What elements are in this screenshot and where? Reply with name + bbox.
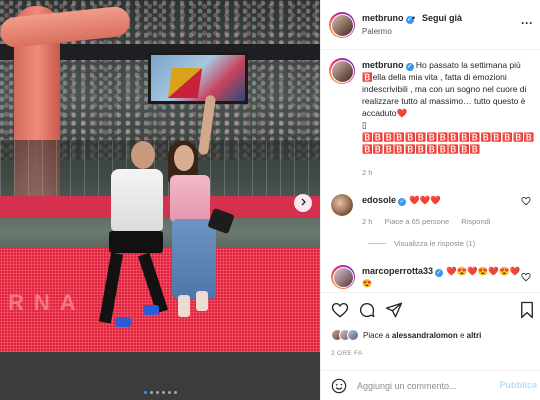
person-woman <box>166 94 236 325</box>
add-comment-bar: Pubblica <box>321 370 540 400</box>
heart-emoji: ❤️ <box>396 108 408 118</box>
publish-button[interactable]: Pubblica <box>499 380 537 390</box>
caption-emoji-boxes: 🅱️🅱️🅱️🅱️🅱️🅱️🅱️🅱️🅱️🅱️🅱️🅱️🅱️🅱️🅱️🅱️🅱️🅱️🅱️🅱️… <box>362 132 535 154</box>
author-username-text[interactable]: metbruno <box>362 13 404 23</box>
verified-icon: ✓ <box>435 269 444 277</box>
verified-icon: ✓ <box>405 63 414 71</box>
view-replies-button[interactable]: Visualizza le risposte (1) <box>368 239 475 248</box>
comment-input[interactable] <box>357 378 487 394</box>
comment: marcoperrotta33 ✓ ❤️😍❤️😍❤️😍❤️ 😍 <box>321 262 540 292</box>
comment: edosole ✓ ❤️❤️❤️ 2 h Piace a 65 persone Ri… <box>321 186 540 270</box>
emoji-icon[interactable] <box>331 378 347 394</box>
heart-icon[interactable] <box>331 301 349 319</box>
caption-username[interactable]: metbruno ✓ <box>362 60 414 71</box>
instagram-post-modal: RNA metbruno ✓ • Segui già Palermo ··· m… <box>0 0 540 400</box>
caption-text: metbruno ✓ Ho passato la settimana più 🅱️… <box>362 59 534 155</box>
comment-text: edosole ✓ ❤️❤️❤️ <box>362 195 441 206</box>
replies-line <box>368 243 386 244</box>
more-options-icon[interactable]: ··· <box>521 16 533 30</box>
following-button[interactable]: Segui già <box>422 13 462 23</box>
carousel-dot <box>155 391 159 394</box>
team-flag <box>167 68 203 98</box>
likes-prefix: Piace a <box>363 330 392 340</box>
post-location[interactable]: Palermo <box>362 27 392 36</box>
carousel-dots <box>0 391 320 394</box>
likes-summary: Piace a alessandralomon e altri <box>331 329 481 341</box>
comment-body: ❤️😍❤️😍❤️😍❤️ <box>446 266 521 276</box>
share-icon[interactable] <box>385 301 403 319</box>
chevron-right-icon <box>299 198 307 208</box>
heart-icon[interactable] <box>521 272 531 282</box>
comment-avatar[interactable] <box>331 265 355 289</box>
caption-trailing: ▯ <box>362 120 367 130</box>
liker-avatar[interactable] <box>347 329 359 341</box>
comment-meta: 2 h Piace a 65 persone Rispondi <box>362 217 500 226</box>
post-actions: Piace a alessandralomon e altri 2 ORE FA <box>321 292 540 370</box>
author-username[interactable]: metbruno ✓ <box>362 13 414 24</box>
comment-username[interactable]: marcoperrotta33 <box>362 266 433 276</box>
view-replies-label[interactable]: Visualizza le risposte (1) <box>394 239 475 248</box>
post-date[interactable]: 2 ORE FA <box>331 350 363 357</box>
caption-avatar[interactable] <box>329 58 355 84</box>
comment-likes[interactable]: Piace a 65 persone <box>385 217 450 226</box>
led-wall-text: RNA <box>8 290 86 315</box>
comment-body: ❤️❤️❤️ <box>409 195 441 205</box>
post-header: metbruno ✓ • Segui già Palermo ··· <box>321 0 540 50</box>
comment-icon[interactable] <box>358 301 376 319</box>
comment-avatar[interactable] <box>331 194 353 216</box>
carousel-dot <box>173 391 177 394</box>
verified-icon: ✓ <box>398 198 407 206</box>
post-photo[interactable]: RNA <box>0 0 320 400</box>
comment-emoji-line: 😍 <box>362 279 372 288</box>
carousel-dot <box>167 391 171 394</box>
heart-icon[interactable] <box>521 196 531 206</box>
person-player <box>95 135 175 335</box>
caption-time[interactable]: 2 h <box>362 168 372 177</box>
author-avatar[interactable] <box>329 12 355 38</box>
comment-text: marcoperrotta33 ✓ ❤️😍❤️😍❤️😍❤️ <box>362 266 520 277</box>
carousel-dot <box>149 391 153 394</box>
likes-middle: e <box>457 330 467 340</box>
comment-time[interactable]: 2 h <box>362 217 372 226</box>
post-caption: metbruno ✓ Ho passato la settimana più 🅱️… <box>321 50 540 180</box>
post-side-panel: metbruno ✓ • Segui già Palermo ··· metbru… <box>320 0 540 400</box>
carousel-next-button[interactable] <box>294 194 312 212</box>
comment-username[interactable]: edosole <box>362 195 396 205</box>
reply-button[interactable]: Rispondi <box>461 217 490 226</box>
carousel-dot <box>143 391 147 394</box>
liker-username[interactable]: alessandralomon <box>392 331 458 340</box>
carousel-dot <box>161 391 165 394</box>
bookmark-icon[interactable] <box>519 301 537 319</box>
likes-others-link[interactable]: altri <box>467 331 482 340</box>
likes-text: Piace a alessandralomon e altri <box>363 331 481 340</box>
caption-username-text[interactable]: metbruno <box>362 60 404 70</box>
header-separator: • <box>412 13 416 23</box>
